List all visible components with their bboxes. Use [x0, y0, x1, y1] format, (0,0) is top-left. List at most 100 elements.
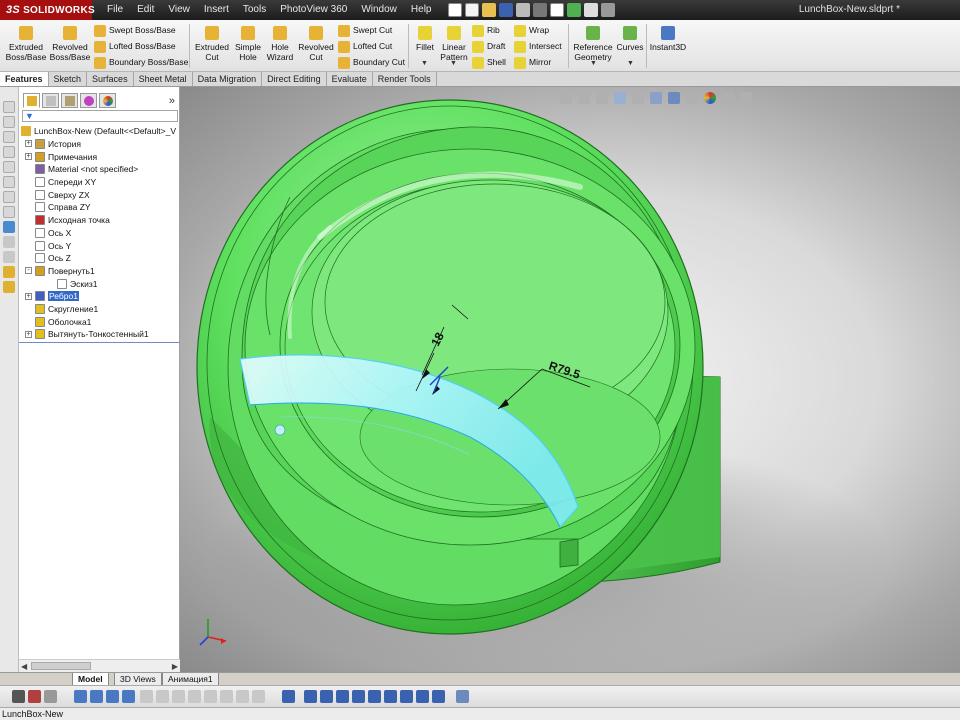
curvature-icon[interactable] [236, 690, 249, 703]
sketch-icon[interactable] [3, 221, 15, 233]
display-style-icon[interactable] [3, 191, 15, 203]
check-icon[interactable] [188, 690, 201, 703]
view-dimetric-icon[interactable] [432, 690, 445, 703]
menu-edit[interactable]: Edit [130, 0, 161, 20]
draft-button[interactable]: Draft [472, 39, 505, 54]
configuration-manager-tab[interactable] [61, 93, 78, 108]
feature-filter-input[interactable]: ▼ [22, 110, 178, 122]
expand-toggle-icon[interactable]: + [25, 292, 32, 300]
menu-insert[interactable]: Insert [197, 0, 236, 20]
horizontal-scrollbar[interactable]: ◀ ▶ [19, 659, 180, 672]
scroll-right-icon[interactable]: ▶ [172, 662, 178, 671]
boundary-cut-button[interactable]: Boundary Cut [338, 55, 405, 70]
record-icon[interactable] [28, 690, 41, 703]
revolved-cut-button[interactable]: Revolved Cut [294, 24, 338, 62]
curves-dropdown-icon[interactable]: ▼ [627, 60, 634, 67]
extruded-boss-button[interactable]: Extruded Boss/Base [4, 24, 48, 62]
boundary-boss-button[interactable]: Boundary Boss/Base [94, 55, 188, 70]
lunchbox-3d-model[interactable]: 18 R79.5 [180, 87, 960, 672]
save-icon[interactable] [499, 3, 514, 17]
tree-item[interactable]: + Ребро1 [25, 290, 79, 303]
tree-item[interactable]: Ось Y [25, 239, 71, 252]
tab-features[interactable]: Features [0, 72, 49, 86]
tree-item[interactable]: Оболочка1 [25, 316, 91, 329]
camera-icon[interactable] [12, 690, 25, 703]
view-top-icon[interactable] [368, 690, 381, 703]
tree-item[interactable]: Спереди XY [25, 176, 96, 189]
tree-item[interactable]: Сверху ZX [25, 189, 90, 202]
open-folder-icon[interactable] [482, 3, 497, 17]
panel-expand-chevron-icon[interactable]: » [169, 95, 175, 107]
instant3d-button[interactable]: Instant3D [647, 24, 689, 52]
normal-to-icon[interactable] [456, 690, 469, 703]
motion-study-icon[interactable] [44, 690, 57, 703]
swept-boss-button[interactable]: Swept Boss/Base [94, 23, 176, 38]
new-document-icon[interactable] [465, 3, 480, 17]
property-manager-tab[interactable] [42, 93, 59, 108]
zoom-in-icon[interactable] [90, 690, 103, 703]
scroll-thumb[interactable] [31, 662, 91, 670]
rotate-view-icon[interactable] [3, 161, 15, 173]
menu-window[interactable]: Window [354, 0, 404, 20]
zoom-out-icon[interactable] [106, 690, 119, 703]
zebra-stripes-icon[interactable] [252, 690, 265, 703]
feature-tree-tab[interactable] [23, 93, 40, 108]
section-properties-icon[interactable] [172, 690, 185, 703]
view-left-icon[interactable] [336, 690, 349, 703]
reference-geometry-dropdown-icon[interactable]: ▼ [590, 60, 597, 67]
tree-item[interactable]: Ось X [25, 227, 71, 240]
undo-icon[interactable] [533, 3, 548, 17]
rib-button[interactable]: Rib [472, 23, 500, 38]
view-right-icon[interactable] [352, 690, 365, 703]
tab-render-tools[interactable]: Render Tools [373, 72, 437, 86]
section-view-icon[interactable] [3, 116, 15, 128]
tree-item[interactable]: + Вытянуть-Тонкостенный1 [25, 328, 149, 341]
zoom-area-icon[interactable] [3, 146, 15, 158]
scroll-left-icon[interactable]: ◀ [21, 662, 27, 671]
tab-direct-editing[interactable]: Direct Editing [262, 72, 327, 86]
shell-button[interactable]: Shell [472, 55, 506, 70]
menu-view[interactable]: View [161, 0, 197, 20]
tab-data-migration[interactable]: Data Migration [193, 72, 263, 86]
triad-move-icon[interactable] [282, 690, 295, 703]
menu-file[interactable]: File [100, 0, 130, 20]
print-icon[interactable] [516, 3, 531, 17]
tree-item[interactable]: + Примечания [25, 150, 97, 163]
zoom-fit-icon[interactable] [3, 131, 15, 143]
solidworks-logo[interactable]: 3S SOLIDWORKS [0, 0, 95, 20]
tab-evaluate[interactable]: Evaluate [327, 72, 373, 86]
rotate-icon[interactable] [122, 690, 135, 703]
boss-feature-icon[interactable] [3, 281, 15, 293]
linear-pattern-dropdown-icon[interactable]: ▼ [450, 60, 457, 67]
lofted-boss-button[interactable]: Lofted Boss/Base [94, 39, 176, 54]
expand-toggle-icon[interactable]: + [25, 153, 32, 161]
view-orientation-icon[interactable] [3, 101, 15, 113]
tree-item[interactable]: Ось Z [25, 252, 71, 265]
pan-view-icon[interactable] [3, 176, 15, 188]
menu-photoview-360[interactable]: PhotoView 360 [273, 0, 354, 20]
curves-button[interactable]: Curves [612, 24, 648, 52]
tree-item[interactable]: - Повернуть1 [25, 265, 95, 278]
dimxpert-tab[interactable] [80, 93, 97, 108]
expand-toggle-icon[interactable]: + [25, 140, 32, 148]
options-gear-icon[interactable] [601, 3, 616, 17]
menu-tools[interactable]: Tools [236, 0, 273, 20]
hide-show-icon[interactable] [3, 206, 15, 218]
tab-surfaces[interactable]: Surfaces [87, 72, 134, 86]
linear-pattern-button[interactable]: Linear Pattern [434, 24, 474, 62]
zoom-fit-icon[interactable] [74, 690, 87, 703]
file-properties-icon[interactable] [584, 3, 599, 17]
graphics-viewport[interactable]: 18 R79.5 [180, 87, 960, 672]
swept-cut-button[interactable]: Swept Cut [338, 23, 392, 38]
expand-toggle-icon[interactable]: + [25, 330, 32, 338]
tree-item[interactable]: Material <not specified> [25, 163, 138, 176]
lofted-cut-button[interactable]: Lofted Cut [338, 39, 392, 54]
pin-icon[interactable] [448, 3, 463, 17]
collapse-toggle-icon[interactable]: - [25, 267, 32, 275]
menu-help[interactable]: Help [404, 0, 439, 20]
select-cursor-icon[interactable] [550, 3, 565, 17]
tree-item[interactable]: Эскиз1 [47, 277, 97, 290]
mirror-button[interactable]: Mirror [514, 55, 551, 70]
tab-sketch[interactable]: Sketch [49, 72, 88, 86]
tab-sheet-metal[interactable]: Sheet Metal [134, 72, 193, 86]
